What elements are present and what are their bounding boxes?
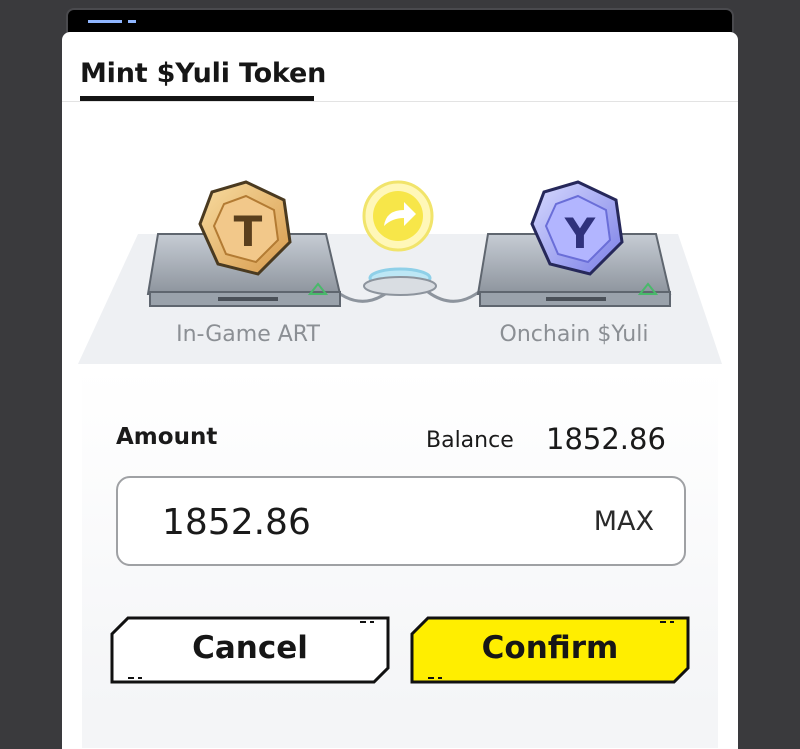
svg-text:T: T [234, 207, 263, 256]
amount-label: Amount [116, 424, 218, 450]
confirm-button[interactable]: Confirm [410, 616, 690, 684]
active-tab-indicator [80, 96, 314, 101]
dialog-header: Mint $Yuli Token [62, 32, 738, 102]
max-button[interactable]: MAX [594, 506, 654, 537]
conversion-illustration: T Y In-Game ART Onchain $Yuli [78, 124, 722, 364]
balance-value: 1852.86 [546, 422, 666, 456]
balance-label: Balance [426, 428, 514, 453]
progress-bar-segment [88, 20, 122, 23]
svg-text:Y: Y [564, 209, 596, 258]
tab-mint-token[interactable]: Mint $Yuli Token [80, 58, 326, 89]
cancel-button-label: Cancel [192, 630, 308, 666]
mint-form: Amount Balance 1852.86 MAX Cancel [82, 368, 718, 748]
progress-bar-segment [128, 20, 136, 23]
target-label: Onchain $Yuli [499, 322, 649, 347]
cancel-button[interactable]: Cancel [110, 616, 390, 684]
arrow-redo-icon [362, 180, 437, 296]
mint-dialog: Mint $Yuli Token T Y In-Game ART Onchain… [62, 32, 738, 749]
confirm-button-label: Confirm [481, 630, 619, 666]
amount-input[interactable] [162, 500, 542, 544]
amount-field[interactable]: MAX [116, 476, 686, 566]
source-label: In-Game ART [176, 322, 320, 347]
